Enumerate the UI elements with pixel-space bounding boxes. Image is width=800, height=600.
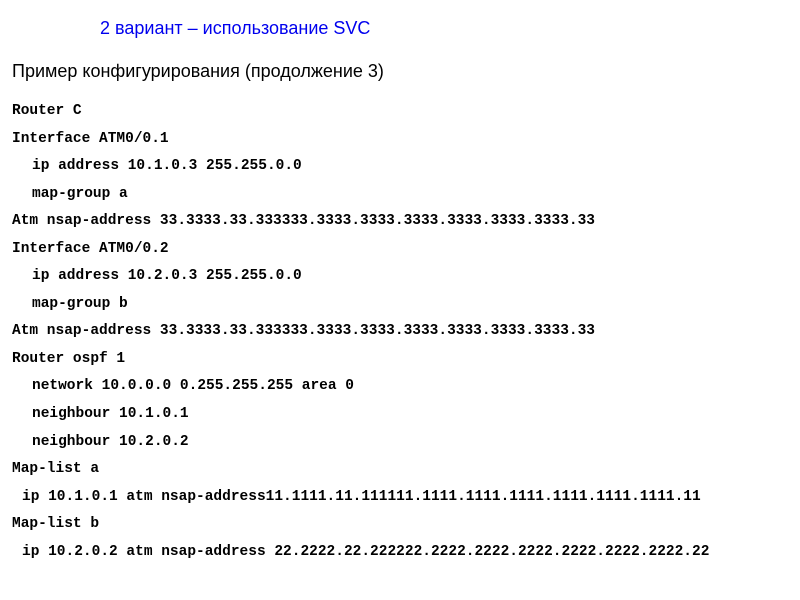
config-line: Router ospf 1 — [12, 346, 800, 374]
config-line: Router C — [12, 98, 800, 126]
config-line: ip 10.2.0.2 atm nsap-address 22.2222.22.… — [12, 539, 800, 567]
config-line: Atm nsap-address 33.3333.33.333333.3333.… — [12, 318, 800, 346]
config-line: neighbour 10.2.0.2 — [12, 429, 800, 457]
config-line: map-group b — [12, 291, 800, 319]
slide-subtitle: Пример конфигурирования (продолжение 3) — [0, 61, 800, 82]
config-line: ip 10.1.0.1 atm nsap-address11.1111.11.1… — [12, 484, 800, 512]
config-line: neighbour 10.1.0.1 — [12, 401, 800, 429]
config-line: ip address 10.2.0.3 255.255.0.0 — [12, 263, 800, 291]
slide-title: 2 вариант – использование SVC — [0, 18, 800, 39]
config-line: Interface ATM0/0.2 — [12, 236, 800, 264]
config-line: map-group a — [12, 181, 800, 209]
config-line: network 10.0.0.0 0.255.255.255 area 0 — [12, 373, 800, 401]
config-line: Map-list a — [12, 456, 800, 484]
configuration-block: Router C Interface ATM0/0.1 ip address 1… — [0, 98, 800, 566]
config-line: Atm nsap-address 33.3333.33.333333.3333.… — [12, 208, 800, 236]
config-line: Interface ATM0/0.1 — [12, 126, 800, 154]
config-line: ip address 10.1.0.3 255.255.0.0 — [12, 153, 800, 181]
config-line: Map-list b — [12, 511, 800, 539]
